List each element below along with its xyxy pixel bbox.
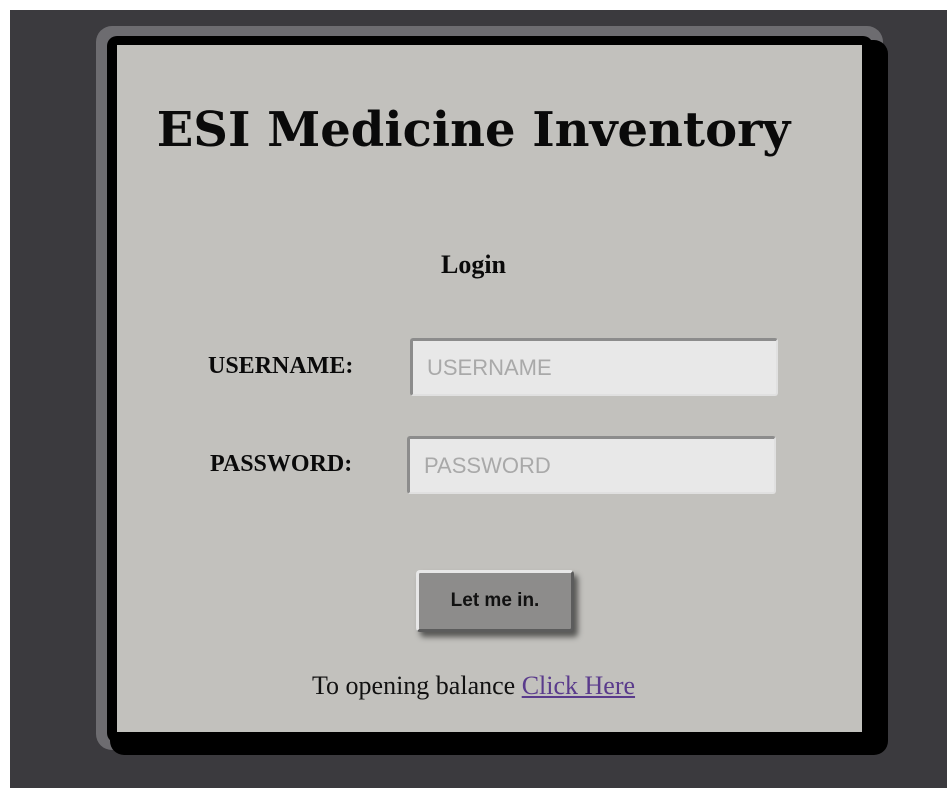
login-heading: Login [440, 250, 507, 279]
username-label: USERNAME: [208, 353, 354, 379]
opening-balance-link[interactable]: Click Here [522, 671, 635, 700]
opening-balance-line: To opening balance Click Here [0, 671, 947, 701]
username-field[interactable] [410, 338, 778, 396]
login-button[interactable]: Let me in. [416, 570, 574, 632]
page-title: ESI Medicine Inventory [156, 102, 791, 158]
password-label: PASSWORD: [210, 451, 353, 477]
password-field[interactable] [407, 436, 776, 494]
opening-balance-text: To opening balance [311, 671, 516, 700]
